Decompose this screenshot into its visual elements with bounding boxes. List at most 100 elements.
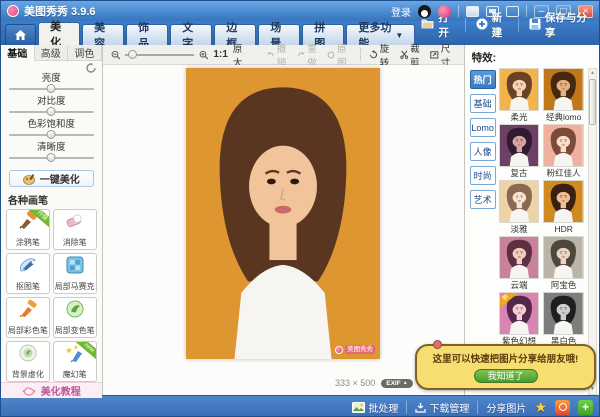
effect-复古[interactable]: 复古	[499, 124, 540, 180]
zoom-out-icon[interactable]	[111, 49, 121, 61]
effect-category-Lomo[interactable]: Lomo	[470, 118, 496, 137]
meitu-account-icon[interactable]	[438, 5, 451, 18]
weibo-icon[interactable]	[555, 400, 570, 415]
effect-category-时尚[interactable]: 时尚	[470, 166, 496, 185]
download-icon	[415, 402, 426, 413]
effect-label: 淡雅	[499, 223, 540, 236]
qzone-star-icon[interactable]: ★	[534, 399, 547, 416]
brush-局部彩色笔[interactable]: 局部彩色笔	[6, 297, 50, 338]
effects-header: 特效:	[470, 48, 597, 68]
effect-label: 云端	[499, 279, 540, 292]
rotate-icon	[369, 49, 378, 60]
divider	[518, 18, 519, 32]
slider-track-对比度[interactable]	[9, 107, 94, 117]
zoom-slider[interactable]	[125, 50, 194, 60]
tooltip-ok-button[interactable]: 我知道了	[474, 369, 538, 383]
image-size-info: 333 × 500	[335, 378, 375, 388]
effect-粉红佳人[interactable]: 粉红佳人	[543, 124, 584, 180]
effect-label: 复古	[499, 167, 540, 180]
effect-category-人像[interactable]: 人像	[470, 142, 496, 161]
share-image-button[interactable]: 分享图片	[486, 400, 526, 415]
blur-icon	[18, 343, 38, 368]
exif-collapse-icon: ▲	[403, 380, 408, 386]
effect-紫色幻想[interactable]: 新紫色幻想	[499, 292, 540, 348]
effect-阿宝色[interactable]: 阿宝色	[543, 236, 584, 292]
adjust-slider: 对比度	[9, 96, 94, 117]
login-link[interactable]: 登录	[391, 4, 411, 19]
effect-thumbnail	[499, 68, 540, 111]
mail-icon[interactable]	[466, 6, 479, 17]
effect-thumbnail	[499, 236, 540, 279]
photo[interactable]: 美图秀秀	[186, 68, 380, 359]
effect-thumbnail	[499, 124, 540, 167]
adjust-slider: 亮度	[9, 73, 94, 94]
add-share-target-icon[interactable]: +	[578, 400, 593, 415]
zoom-in-icon[interactable]	[199, 49, 209, 61]
download-manager-button[interactable]: 下载管理	[415, 400, 469, 415]
save-share-button[interactable]: 保存与分享	[523, 8, 595, 42]
slider-label: 亮度	[9, 73, 94, 84]
effect-thumbnail	[499, 180, 540, 223]
qq-icon[interactable]	[418, 5, 431, 18]
brush-label: 局部马赛克	[55, 281, 95, 292]
app-frame-icon[interactable]	[506, 6, 519, 17]
message-icon[interactable]	[486, 6, 499, 17]
effect-云端[interactable]: 云端	[499, 236, 540, 292]
slider-thumb[interactable]	[47, 130, 56, 139]
effect-柔光[interactable]: 柔光	[499, 68, 540, 124]
batch-process-button[interactable]: 批处理	[352, 400, 398, 415]
effect-category-艺术[interactable]: 艺术	[470, 190, 496, 209]
brush-局部马赛克[interactable]: 局部马赛克	[53, 253, 97, 294]
one-click-beautify-button[interactable]: 一键美化	[9, 170, 94, 187]
tab-美化[interactable]: 美化	[38, 22, 80, 45]
effect-thumbnail	[543, 68, 584, 111]
brush-背景虚化[interactable]: 背景虚化	[6, 341, 50, 382]
left-sidebar: 基础高级调色 亮度对比度色彩饱和度清晰度 一键美化 各种画笔 涂鸦笔升级消除笔抠…	[1, 45, 103, 395]
slider-label: 色彩饱和度	[9, 119, 94, 130]
effect-淡雅[interactable]: 淡雅	[499, 180, 540, 236]
effect-经典lomo[interactable]: 经典lomo	[543, 68, 584, 124]
subtab-高级[interactable]: 高级	[35, 45, 69, 60]
reset-icon[interactable]	[86, 63, 96, 73]
slider-thumb[interactable]	[47, 107, 56, 116]
effect-category-基础[interactable]: 基础	[470, 94, 496, 113]
effect-label: 柔光	[499, 111, 540, 124]
watermark: 美图秀秀	[335, 345, 375, 354]
slider-thumb[interactable]	[47, 153, 56, 162]
brush-消除笔[interactable]: 消除笔	[53, 209, 97, 250]
slider-track-色彩饱和度[interactable]	[9, 130, 94, 140]
effect-category-热门[interactable]: 热门	[470, 70, 496, 89]
brush-抠图笔[interactable]: 抠图笔	[6, 253, 50, 294]
slider-thumb[interactable]	[47, 84, 56, 93]
divider	[465, 18, 466, 32]
slider-label: 清晰度	[9, 142, 94, 153]
brush-魔幻笔[interactable]: 魔幻笔new	[53, 341, 97, 382]
slider-track-亮度[interactable]	[9, 84, 94, 94]
subtab-调色[interactable]: 调色	[68, 45, 102, 60]
app-window: 美图秀秀 3.9.6 登录 – □ × 美化美容饰品文字边框场景拼图更多功能▼ …	[0, 0, 600, 417]
effect-HDR[interactable]: HDR	[543, 180, 584, 236]
zoom-ratio[interactable]: 1:1	[213, 49, 227, 60]
batch-image-icon	[352, 402, 365, 413]
tab-美容[interactable]: 美容	[82, 24, 124, 45]
tab-文字[interactable]: 文字	[170, 24, 212, 45]
beautify-tutorial-link[interactable]: 美化教程	[1, 382, 102, 398]
effect-thumbnail	[543, 180, 584, 223]
canvas-area: 1:1 原大 撤销 重做 原图 旋转	[103, 45, 464, 395]
scroll-up-icon[interactable]: ▲	[590, 69, 595, 78]
photo-canvas[interactable]: 美图秀秀 333 × 500 EXIF▲ 对比	[103, 65, 464, 395]
scrollbar-thumb[interactable]	[589, 79, 596, 125]
beautify-label: 一键美化	[40, 171, 80, 186]
slider-track-清晰度[interactable]	[9, 153, 94, 163]
tab-饰品[interactable]: 饰品	[126, 24, 168, 45]
subtab-基础[interactable]: 基础	[1, 45, 35, 61]
status-bar: 批处理 下载管理 分享图片 ★ +	[1, 395, 599, 417]
exif-badge[interactable]: EXIF▲	[381, 379, 412, 388]
zoom-slider-thumb[interactable]	[128, 50, 137, 59]
brush-涂鸦笔[interactable]: 涂鸦笔升级	[6, 209, 50, 250]
brush-局部变色笔[interactable]: 局部变色笔	[53, 297, 97, 338]
divider	[360, 48, 361, 61]
slider-label: 对比度	[9, 96, 94, 107]
home-tab[interactable]	[5, 24, 36, 45]
effect-黑白色[interactable]: 黑白色	[543, 292, 584, 348]
